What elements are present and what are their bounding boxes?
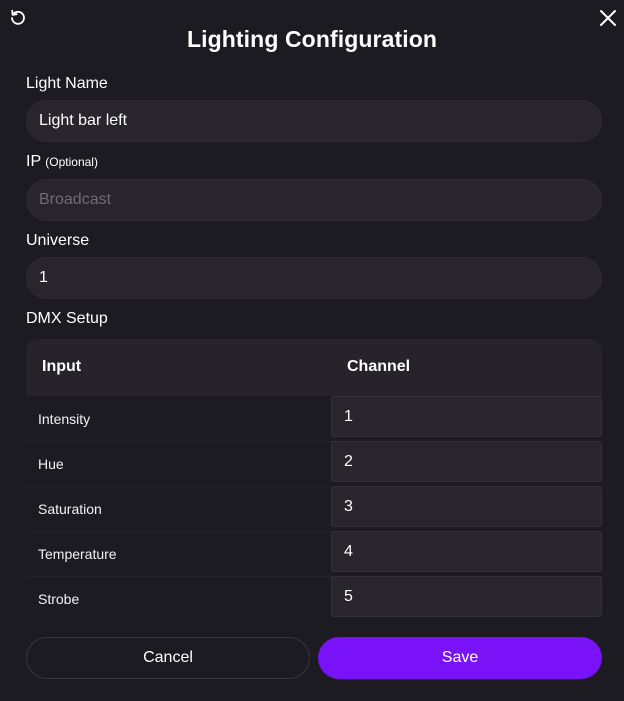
- table-row: Intensity: [26, 396, 602, 442]
- channel-input-intensity[interactable]: [331, 396, 602, 437]
- universe-input[interactable]: [26, 257, 602, 299]
- dmx-table-header: Input Channel: [26, 339, 602, 396]
- save-button[interactable]: Save: [318, 637, 602, 679]
- light-name-input[interactable]: [26, 100, 602, 142]
- channel-input-strobe[interactable]: [331, 576, 602, 617]
- channel-input-saturation[interactable]: [331, 486, 602, 527]
- channel-column-header: Channel: [347, 358, 411, 375]
- ip-label: IP (Optional): [26, 153, 98, 171]
- row-input-name: Saturation: [38, 501, 102, 517]
- universe-label: Universe: [26, 232, 90, 249]
- dmx-setup-label: DMX Setup: [26, 310, 108, 327]
- ip-label-text: IP: [26, 153, 41, 170]
- dialog-title: Lighting Configuration: [186, 26, 438, 52]
- input-column-header: Input: [42, 358, 82, 375]
- row-input-name: Intensity: [38, 411, 91, 427]
- channel-input-temperature[interactable]: [331, 531, 602, 572]
- row-input-name: Temperature: [38, 546, 117, 562]
- light-name-label: Light Name: [26, 75, 108, 92]
- table-row: Saturation: [26, 486, 602, 532]
- ip-optional-hint: (Optional): [45, 155, 98, 169]
- table-row: Hue: [26, 441, 602, 487]
- row-input-name: Hue: [38, 456, 64, 472]
- table-row: Temperature: [26, 531, 602, 577]
- cancel-button[interactable]: Cancel: [26, 637, 310, 679]
- channel-input-hue[interactable]: [331, 441, 602, 482]
- table-row: Strobe: [26, 576, 602, 619]
- ip-input[interactable]: [26, 179, 602, 221]
- dmx-table: Input Channel Intensity Hue Saturation T…: [26, 339, 602, 619]
- row-input-name: Strobe: [38, 591, 80, 607]
